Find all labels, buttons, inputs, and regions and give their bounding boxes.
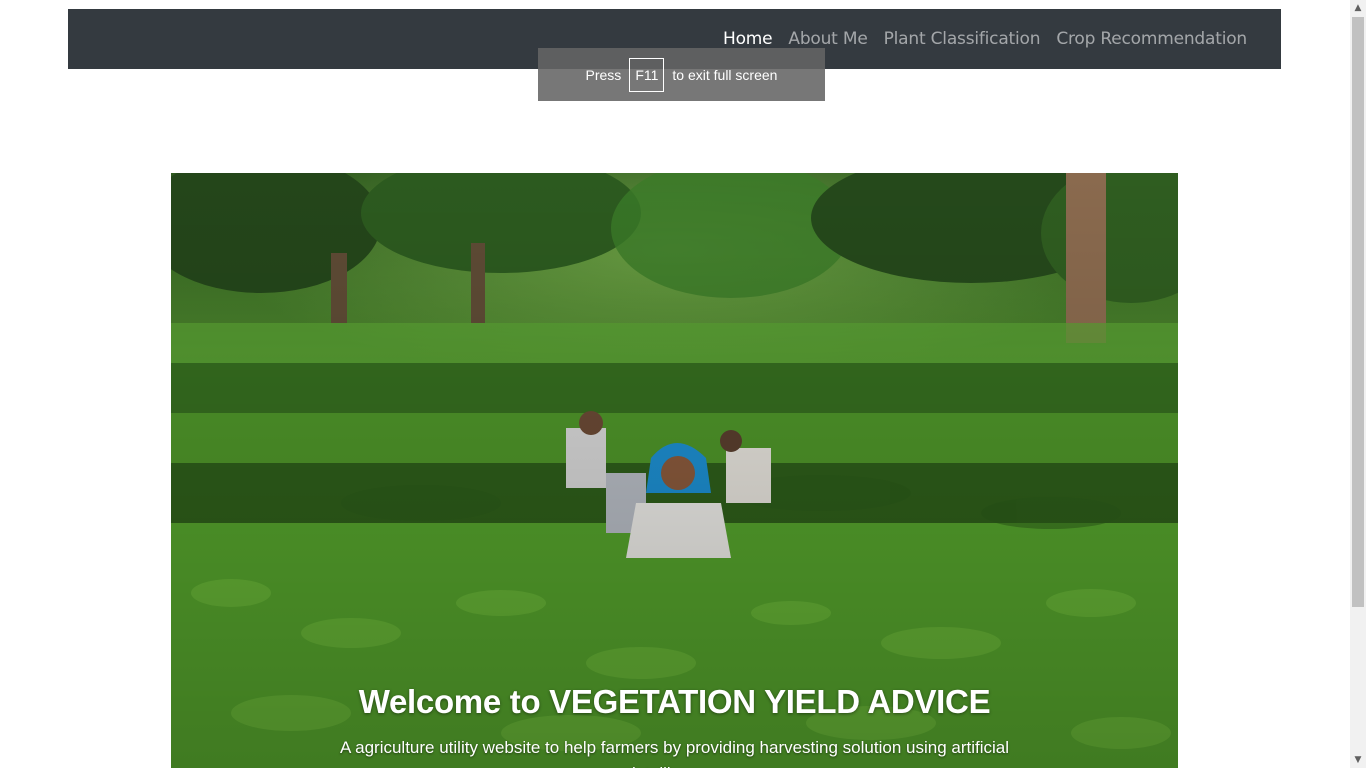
hero-title: Welcome to VEGETATION YIELD ADVICE bbox=[358, 683, 991, 720]
hero-image bbox=[171, 173, 1178, 768]
nav-crop-recommendation-link[interactable]: Crop Recommendation bbox=[1048, 29, 1255, 49]
fullscreen-notice-suffix: to exit full screen bbox=[672, 66, 778, 83]
page-scrollbar[interactable]: ▲ ▼ bbox=[1350, 0, 1366, 768]
nav-plant-classification-link[interactable]: Plant Classification bbox=[876, 29, 1049, 49]
triangle-up-icon[interactable]: ▲ bbox=[1350, 0, 1366, 16]
nav-home-link[interactable]: Home bbox=[715, 29, 780, 49]
fullscreen-notice: Press F11 to exit full screen bbox=[538, 48, 825, 101]
hero-subtitle: A agriculture utility website to help fa… bbox=[340, 738, 1009, 768]
triangle-down-icon[interactable]: ▼ bbox=[1350, 752, 1366, 768]
fullscreen-notice-prefix: Press bbox=[585, 66, 622, 83]
page: Home About Me Plant Classification Crop … bbox=[0, 0, 1350, 768]
nav-about-link[interactable]: About Me bbox=[780, 29, 875, 49]
f11-key: F11 bbox=[629, 57, 665, 92]
scrollbar-thumb[interactable] bbox=[1352, 17, 1364, 607]
hero-banner: Welcome to VEGETATION YIELD ADVICE A agr… bbox=[171, 173, 1178, 768]
